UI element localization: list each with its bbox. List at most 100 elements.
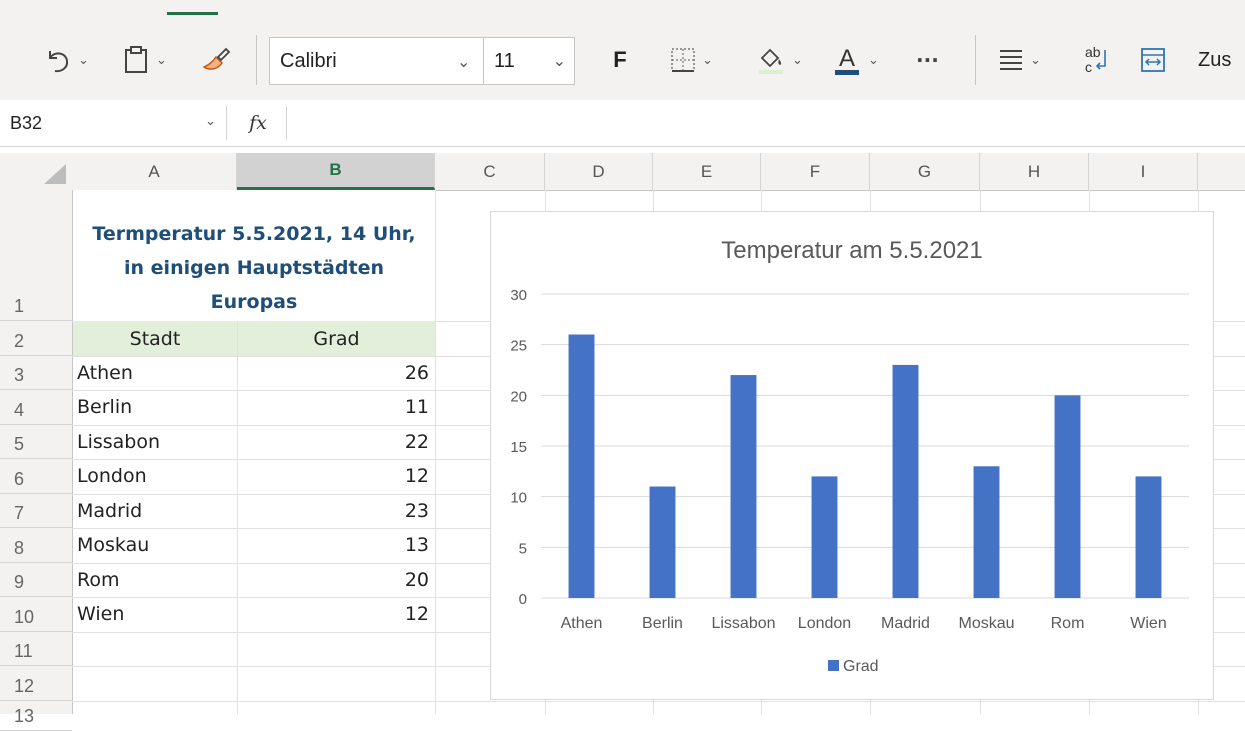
borders-button[interactable]: ⌄	[670, 42, 713, 78]
x-tick-label: London	[798, 615, 851, 632]
city-cell[interactable]: Rom	[73, 563, 237, 597]
row-header-2[interactable]: 2	[0, 321, 72, 356]
chevron-down-icon[interactable]: ⌄	[205, 114, 216, 129]
fill-color-button[interactable]: ⌄	[756, 40, 803, 80]
city-cell[interactable]: London	[73, 459, 237, 493]
value-cell[interactable]: 22	[238, 425, 435, 459]
chart-bar	[730, 375, 757, 598]
column-header-g[interactable]: G	[870, 153, 980, 190]
x-tick-label: Madrid	[881, 615, 930, 632]
more-options-button[interactable]: ···	[916, 44, 939, 76]
fx-icon: fx	[249, 112, 267, 134]
city-cell[interactable]: Wien	[73, 597, 237, 631]
x-tick-label: Lissabon	[711, 615, 775, 632]
clipboard-icon	[122, 45, 150, 75]
font-name-value: Calibri	[280, 49, 337, 72]
value-cell[interactable]: 12	[238, 459, 435, 493]
row-header-12[interactable]: 12	[0, 666, 72, 701]
chart-bar	[568, 334, 595, 598]
ribbon-divider	[975, 35, 976, 85]
column-header-b[interactable]: B	[237, 153, 435, 190]
chevron-down-icon: ⌄	[1030, 52, 1041, 68]
row-header-7[interactable]: 7	[0, 494, 72, 528]
row-header-1[interactable]: 1	[0, 190, 72, 321]
column-header-c[interactable]: C	[435, 153, 545, 190]
chevron-down-icon: ⌄	[156, 52, 167, 68]
header-cell-stadt[interactable]: Stadt	[73, 321, 237, 356]
row-header-3[interactable]: 3	[0, 356, 72, 390]
value-cell[interactable]: 11	[238, 390, 435, 424]
wrap-text-icon: ab c	[1083, 44, 1111, 76]
city-cell[interactable]: Berlin	[73, 390, 237, 424]
row-header-8[interactable]: 8	[0, 528, 72, 563]
column-header-d[interactable]: D	[545, 153, 653, 190]
merge-label-truncated[interactable]: Zus	[1198, 44, 1231, 76]
row-header-13[interactable]: 13	[0, 701, 72, 731]
chart-canvas: Temperatur am 5.5.2021 0 5 10 15 20 25 30 Athen B…	[510, 237, 1189, 675]
font-color-button[interactable]: A ⌄	[832, 40, 879, 80]
value-cell[interactable]: 12	[238, 597, 435, 631]
bold-button[interactable]: F	[608, 44, 632, 76]
merge-icon	[1140, 47, 1166, 73]
value-cell[interactable]: 26	[238, 356, 435, 390]
column-header-a[interactable]: A	[72, 153, 237, 190]
align-button[interactable]: ⌄	[998, 42, 1041, 78]
cell-reference: B32	[10, 112, 43, 133]
paste-button[interactable]: ⌄	[122, 42, 167, 78]
x-tick-label: Athen	[561, 615, 603, 632]
y-tick-label: 5	[519, 540, 527, 557]
chart-bar	[1054, 395, 1081, 598]
format-painter-button[interactable]	[200, 42, 232, 78]
y-tick-label: 20	[510, 388, 527, 405]
sheet-title-cell[interactable]: Termperatur 5.5.2021, 14 Uhr, in einigen…	[73, 190, 435, 321]
row-header-5[interactable]: 5	[0, 425, 72, 459]
chart-bar	[1135, 476, 1162, 598]
insert-function-button[interactable]: fx	[230, 106, 287, 140]
undo-button[interactable]: ⌄	[42, 42, 89, 78]
chevron-down-icon: ⌄	[868, 52, 879, 68]
sheet-title-line: in einigen Hauptstädten	[124, 257, 384, 279]
active-tab-indicator	[167, 12, 218, 15]
header-cell-grad[interactable]: Grad	[238, 321, 435, 356]
formula-input[interactable]	[288, 106, 1228, 140]
city-cell[interactable]: Athen	[73, 356, 237, 390]
value-cell[interactable]: 13	[238, 528, 435, 562]
chevron-down-icon: ⌄	[702, 52, 713, 68]
column-header-i[interactable]: I	[1089, 153, 1198, 190]
undo-icon	[42, 45, 72, 75]
x-tick-label: Berlin	[642, 615, 683, 632]
chevron-down-icon: ⌄	[552, 53, 566, 70]
row-header-11[interactable]: 11	[0, 632, 72, 666]
borders-icon	[670, 47, 696, 73]
column-header-f[interactable]: F	[761, 153, 870, 190]
column-header-h[interactable]: H	[980, 153, 1089, 190]
legend-label: Grad	[843, 658, 879, 675]
y-tick-label: 0	[519, 591, 527, 608]
gridline	[72, 701, 1245, 702]
row-header-9[interactable]: 9	[0, 563, 72, 597]
row-header-4[interactable]: 4	[0, 390, 72, 425]
font-name-select[interactable]: Calibri	[270, 38, 483, 84]
y-tick-label: 30	[510, 287, 527, 304]
row-header-10[interactable]: 10	[0, 597, 72, 632]
merge-center-button[interactable]	[1140, 42, 1166, 78]
y-tick-label: 10	[510, 490, 527, 507]
svg-text:c: c	[1085, 59, 1092, 75]
city-cell[interactable]: Madrid	[73, 494, 237, 528]
chevron-down-icon: ⌄	[792, 52, 803, 68]
name-box[interactable]: B32	[0, 106, 227, 140]
value-cell[interactable]: 23	[238, 494, 435, 528]
font-size-select[interactable]: 11 ⌄	[484, 38, 574, 84]
gridline	[435, 190, 436, 714]
wrap-text-button[interactable]: ab c	[1083, 42, 1111, 78]
font-size-value: 11	[494, 49, 515, 72]
svg-text:A: A	[839, 45, 855, 72]
embedded-bar-chart[interactable]: Temperatur am 5.5.2021 0 5 10 15 20 25 30 Athen B…	[490, 211, 1214, 700]
city-cell[interactable]: Lissabon	[73, 425, 237, 459]
value-cell[interactable]: 20	[238, 563, 435, 597]
column-header-e[interactable]: E	[653, 153, 761, 190]
chart-bar	[973, 466, 1000, 598]
row-header-6[interactable]: 6	[0, 459, 72, 494]
city-cell[interactable]: Moskau	[73, 528, 237, 562]
chart-bar	[649, 486, 676, 598]
